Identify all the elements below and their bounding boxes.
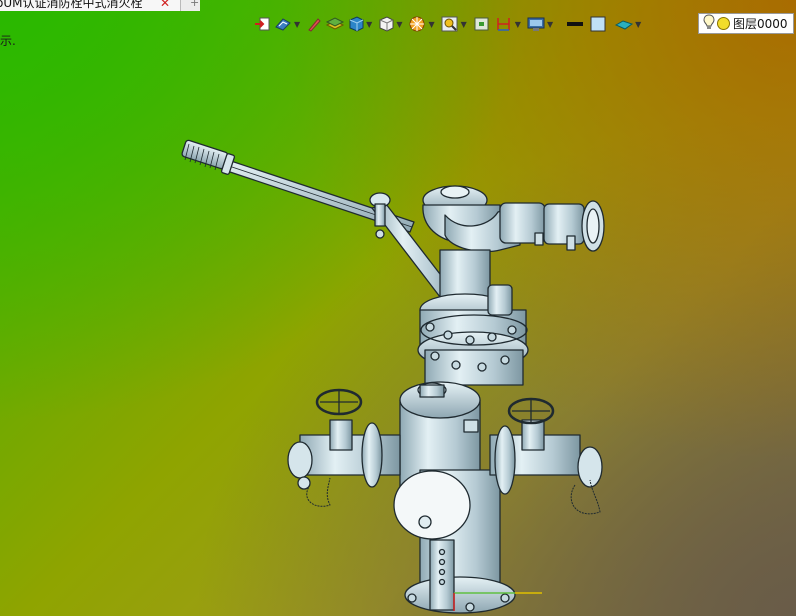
surface-button[interactable]: ▼ — [614, 13, 644, 35]
layer-selector[interactable]: 图层0000 — [698, 13, 794, 34]
zoom-icon — [441, 16, 458, 32]
display-style-button[interactable]: ▼ — [273, 13, 303, 35]
viewport-hint-text: 示. — [0, 34, 16, 48]
chevron-down-icon: ▼ — [428, 19, 435, 29]
fit-view-button[interactable] — [472, 13, 492, 35]
document-tab[interactable]: oUM认证消防栓中式消火栓 ✕ — [0, 0, 181, 11]
fill-color-icon — [590, 16, 606, 32]
monitor-icon — [527, 17, 545, 31]
fit-view-icon — [474, 17, 489, 31]
zoom-button[interactable]: ▼ — [440, 13, 470, 35]
chevron-down-icon: ▼ — [514, 19, 521, 29]
measure-icon — [497, 18, 510, 31]
view-toolbar: ▼ ▼ ▼ ▼ ▼ ▼ ▼ ▼ — [253, 13, 646, 35]
close-icon[interactable]: ✕ — [160, 0, 170, 11]
fire-hydrant-model[interactable] — [0, 0, 796, 616]
line-color-button[interactable] — [564, 13, 586, 35]
section-wheel-button[interactable]: ▼ — [407, 13, 437, 35]
display-style-icon — [275, 18, 291, 31]
chevron-down-icon: ▼ — [460, 19, 467, 29]
monitor-button[interactable]: ▼ — [526, 13, 556, 35]
chevron-down-icon: ▼ — [546, 19, 554, 29]
chevron-down-icon: ▼ — [366, 19, 373, 29]
lightbulb-icon[interactable] — [703, 14, 715, 33]
layers-stack-icon — [326, 17, 345, 30]
exit-sketch-button[interactable] — [253, 13, 271, 35]
pencil-button[interactable] — [305, 13, 323, 35]
section-wheel-icon — [409, 16, 425, 32]
layer-on-icon[interactable] — [717, 17, 730, 30]
line-color-icon — [567, 22, 584, 26]
chevron-down-icon: ▼ — [635, 19, 642, 29]
blue-cube-button[interactable]: ▼ — [347, 13, 375, 35]
chevron-down-icon: ▼ — [294, 19, 301, 29]
layers-stack-button[interactable] — [325, 13, 345, 35]
monitor-head — [422, 185, 605, 253]
fill-color-button[interactable] — [588, 13, 608, 35]
white-cube-icon — [379, 16, 394, 32]
add-tab-icon[interactable]: + — [190, 0, 199, 9]
chevron-down-icon: ▼ — [396, 19, 403, 29]
layer-name: 图层0000 — [733, 17, 788, 31]
exit-sketch-icon — [255, 17, 270, 31]
pencil-icon — [308, 18, 321, 32]
measure-button[interactable]: ▼ — [494, 13, 524, 35]
axis-triad — [453, 592, 542, 611]
surface-icon — [614, 20, 634, 30]
white-cube-button[interactable]: ▼ — [377, 13, 405, 35]
document-tab-title: oUM认证消防栓中式消火栓 — [0, 0, 143, 10]
document-tab-strip: oUM认证消防栓中式消火栓 ✕ + — [0, 0, 200, 11]
blue-cube-icon — [349, 16, 364, 32]
